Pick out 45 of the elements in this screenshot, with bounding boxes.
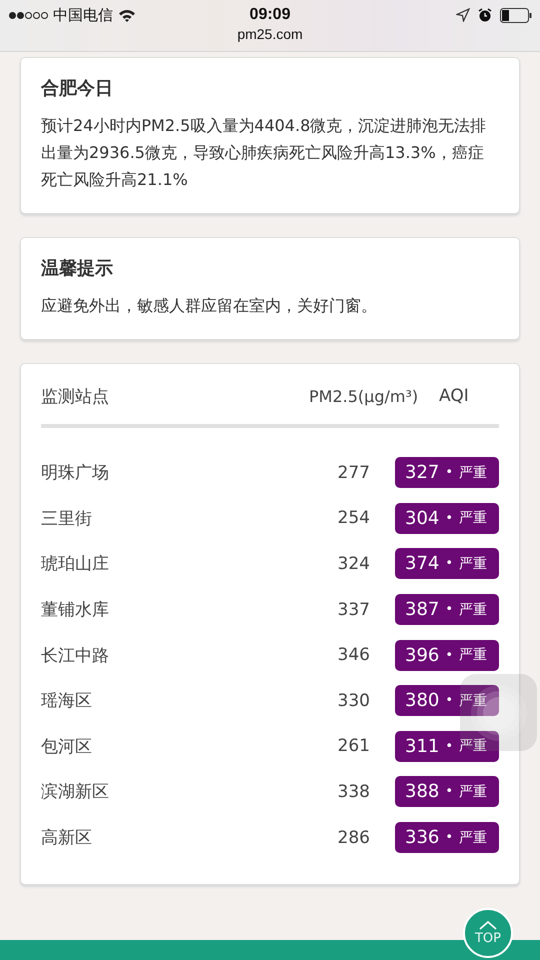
aqi-badge: 388 • 严重 bbox=[395, 776, 499, 808]
pm25-value: 254 bbox=[336, 508, 370, 528]
pm25-value: 346 bbox=[336, 645, 370, 666]
card-text: 应避免外出，敏感人群应留在室内，关好门窗。 bbox=[41, 295, 378, 317]
card-title: 合肥今日 bbox=[41, 77, 114, 100]
station-name: 瑶海区 bbox=[41, 690, 93, 712]
aqi-badge: 327 • 严重 bbox=[395, 457, 499, 488]
card-text: 预计24小时内PM2.5吸入量为4404.8微克，沉淀进肺泡无法排出量为2936.5微克，导致心肺疾病死亡风险升高13.3%，癌症死亡风险升高21.1% bbox=[41, 115, 488, 191]
card-title: 温馨提示 bbox=[41, 257, 114, 280]
station-name: 长江中路 bbox=[41, 644, 110, 667]
station-name: 包河区 bbox=[41, 736, 93, 758]
pm25-value: 330 bbox=[336, 690, 370, 711]
pm25-value: 286 bbox=[336, 828, 370, 848]
aqi-badge: 396 • 严重 bbox=[395, 640, 499, 671]
column-header: AQI bbox=[439, 386, 470, 406]
url-text: pm25.com bbox=[237, 26, 303, 42]
chevron-up-icon bbox=[478, 920, 498, 930]
station-name: 琥珀山庄 bbox=[41, 553, 110, 576]
station-name: 高新区 bbox=[41, 827, 93, 850]
station-name: 三里街 bbox=[41, 508, 93, 530]
assistive-touch-button[interactable] bbox=[460, 674, 537, 751]
wifi-icon bbox=[118, 8, 136, 22]
signal-icon bbox=[9, 12, 48, 18]
station-name: 明珠广场 bbox=[41, 462, 110, 484]
aqi-badge: 311 • 严重 bbox=[395, 730, 499, 762]
aqi-badge: 336 • 严重 bbox=[395, 822, 499, 854]
column-header: PM2.5(μg/m³) bbox=[309, 386, 420, 406]
battery-icon bbox=[500, 8, 532, 22]
station-name: 董铺水库 bbox=[41, 599, 110, 622]
pm25-value: 277 bbox=[336, 462, 370, 483]
aqi-badge: 374 • 严重 bbox=[395, 548, 499, 580]
aqi-badge: 380 • 严重 bbox=[395, 685, 499, 716]
top-button[interactable]: TOP bbox=[463, 908, 513, 958]
pm25-value: 324 bbox=[336, 554, 370, 574]
pm25-value: 338 bbox=[336, 782, 370, 802]
aqi-badge: 304 • 严重 bbox=[395, 502, 499, 534]
column-header: 监测站点 bbox=[41, 386, 110, 408]
aqi-badge: 387 • 严重 bbox=[395, 594, 499, 626]
station-name: 滨湖新区 bbox=[41, 781, 110, 804]
pm25-value: 337 bbox=[336, 600, 370, 620]
location-arrow-icon bbox=[456, 8, 470, 22]
pm25-value: 261 bbox=[336, 736, 370, 756]
clock-time: 09:09 bbox=[250, 6, 290, 24]
alarm-clock-icon bbox=[478, 8, 492, 22]
carrier-name: 中国电信 bbox=[53, 6, 113, 24]
